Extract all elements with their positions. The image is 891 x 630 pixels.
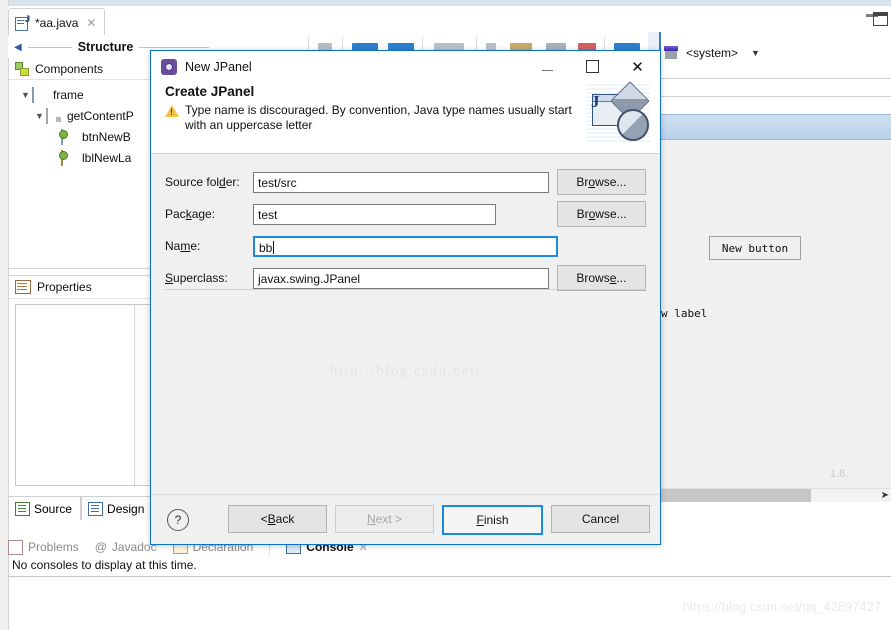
close-icon[interactable]: ✕ <box>86 17 96 29</box>
editor-tab-row <box>8 6 891 32</box>
components-icon <box>15 61 29 76</box>
problems-icon <box>8 539 23 555</box>
scrollbar-thumb[interactable] <box>661 489 811 502</box>
divider <box>661 78 891 79</box>
button-icon <box>59 128 77 145</box>
divider <box>661 96 891 97</box>
package-browse-button[interactable]: Br o wse... <box>557 201 646 227</box>
editor-tab-aa-java[interactable]: J *aa.java ✕ <box>8 8 106 35</box>
tab-design-label: Design <box>107 501 145 516</box>
system-selector-label: <system> <box>686 46 739 60</box>
tab-source[interactable]: Source <box>8 496 82 520</box>
close-button[interactable]: ✕ <box>615 51 660 82</box>
properties-column-splitter[interactable] <box>134 305 135 485</box>
tab-design[interactable]: Design <box>81 496 154 520</box>
view-tab-problems[interactable]: Problems <box>8 539 79 555</box>
dialog-window-buttons: ✕ <box>525 51 660 82</box>
pane-icon <box>46 107 62 124</box>
back-button[interactable]: < Back <box>228 504 327 533</box>
frame-icon <box>32 86 48 103</box>
field-row-name: Name: bb <box>165 230 646 262</box>
tree-item-label: btnNewB <box>82 129 131 144</box>
source-folder-browse-button[interactable]: Br o wse... <box>556 169 646 195</box>
preview-new-button[interactable]: New button <box>709 236 801 260</box>
source-folder-input[interactable]: test/src <box>253 171 549 193</box>
design-selection-band <box>661 114 891 140</box>
watermark-bottom: https://blog.csdn.net/qq_42897427 <box>682 600 881 614</box>
text-caret <box>273 240 275 254</box>
chevron-down-icon[interactable]: ▼ <box>751 48 760 58</box>
dialog-header: Create JPanel Type name is discouraged. … <box>151 81 660 154</box>
tab-source-label: Source <box>34 501 73 516</box>
java-file-icon: J <box>15 15 30 31</box>
chevron-down-icon[interactable]: ▼ <box>19 90 32 100</box>
name-input[interactable]: bb <box>253 235 558 257</box>
field-row-package: Package: test Br o wse... <box>165 198 646 230</box>
superclass-label: Superclass: <box>165 271 228 285</box>
app-window: J *aa.java ✕ ◀ Structure Components ▼ fr… <box>0 0 891 630</box>
dialog-watermark: http://blog.csdn.net/ <box>329 363 482 379</box>
warning-icon <box>165 105 179 117</box>
field-row-source-folder: Source folder: test/src Br o wse... <box>165 166 646 198</box>
jpanel-wizard-icon: J <box>586 81 650 142</box>
console-message: No consoles to display at this time. <box>12 558 197 572</box>
source-design-tabs: Source Design <box>8 496 154 520</box>
design-icon <box>88 501 104 516</box>
tree-item-label: getContentP <box>67 108 134 123</box>
package-label: Package: <box>165 207 216 221</box>
gear-icon <box>161 58 177 75</box>
design-canvas[interactable]: New button w label <box>661 140 891 495</box>
name-label: Name: <box>165 239 201 253</box>
jre-version-text: 1.8. <box>830 468 849 480</box>
dialog-heading: Create JPanel <box>165 84 255 99</box>
superclass-browse-button[interactable]: Brows e... <box>556 265 646 291</box>
system-icon <box>664 46 679 60</box>
source-folder-label: Source folder: <box>165 175 240 189</box>
dialog-footer: ? < Back Next > Finish Cancel <box>151 494 660 544</box>
editor-tab-label: *aa.java <box>35 16 79 30</box>
chevron-down-icon[interactable]: ▼ <box>33 111 46 121</box>
superclass-input[interactable]: javax.swing.JPanel <box>253 267 549 289</box>
system-selector[interactable]: <system> ▼ <box>664 46 760 60</box>
new-jpanel-dialog: New JPanel ✕ Create JPanel Type name is … <box>150 50 661 545</box>
javadoc-icon: @ <box>94 540 107 554</box>
finish-button[interactable]: Finish <box>442 504 543 535</box>
tree-item-label: lblNewLa <box>82 150 132 165</box>
preview-new-label: w label <box>661 307 708 320</box>
dialog-titlebar[interactable]: New JPanel ✕ <box>151 51 660 82</box>
cancel-button[interactable]: Cancel <box>551 504 650 533</box>
structure-title: Structure <box>77 40 134 54</box>
horizontal-scrollbar[interactable]: ➤ <box>661 488 891 502</box>
close-icon: ✕ <box>631 57 644 76</box>
scroll-right-icon[interactable]: ➤ <box>881 489 889 502</box>
help-button[interactable]: ? <box>167 508 189 531</box>
divider <box>27 46 72 48</box>
source-icon <box>15 501 30 516</box>
dialog-warning-text: Type name is discouraged. By convention,… <box>185 103 572 132</box>
view-tab-label: Problems <box>28 540 79 554</box>
view-tab-javadoc[interactable]: @ Javadoc <box>95 540 157 554</box>
dialog-title: New JPanel <box>185 59 252 74</box>
design-preview: <system> ▼ New button w label <box>648 32 891 495</box>
minimize-button[interactable] <box>525 51 570 82</box>
dialog-separator <box>165 289 646 290</box>
tree-item-label: frame <box>53 87 84 102</box>
chevron-left-icon[interactable]: ◀ <box>14 42 22 53</box>
dialog-form: Source folder: test/src Br o wse... Packag… <box>151 154 660 294</box>
package-input[interactable]: test <box>253 203 497 225</box>
properties-panel-title: Properties <box>37 280 92 294</box>
properties-icon <box>15 280 31 294</box>
next-button: Next > <box>335 504 434 533</box>
dialog-warning: Type name is discouraged. By convention,… <box>165 103 646 133</box>
divider <box>139 46 210 48</box>
components-panel-title: Components <box>35 61 104 76</box>
maximize-button[interactable] <box>570 51 615 82</box>
label-icon <box>59 149 77 166</box>
editor-maximize-icon[interactable] <box>873 12 888 26</box>
dialog-footer-buttons: < Back Next > Finish Cancel <box>228 504 650 535</box>
